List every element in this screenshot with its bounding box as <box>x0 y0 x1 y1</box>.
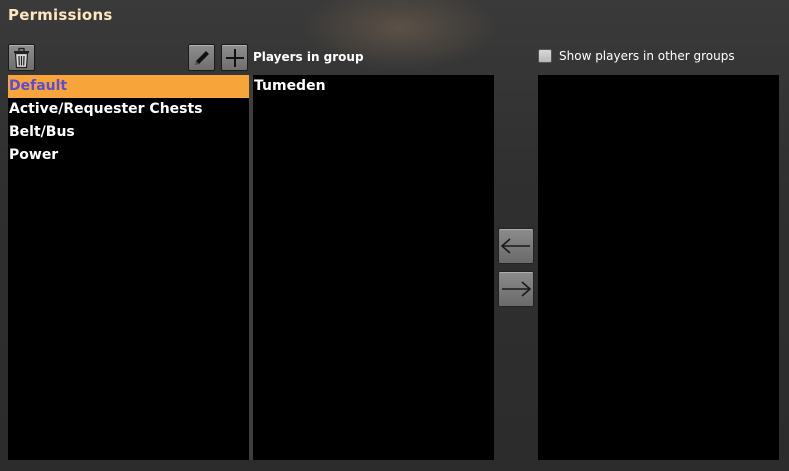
delete-group-button[interactable] <box>8 44 35 71</box>
show-other-groups-checkbox[interactable] <box>538 49 552 63</box>
add-group-button[interactable] <box>221 44 248 71</box>
trash-icon <box>14 47 29 68</box>
group-item-default[interactable]: Default <box>8 75 249 98</box>
arrow-left-icon <box>500 238 530 254</box>
players-in-group-list[interactable]: Tumeden <box>253 75 494 460</box>
group-item-active-requester-chests[interactable]: Active/Requester Chests <box>8 98 249 121</box>
group-item-power[interactable]: Power <box>8 144 249 167</box>
groups-list[interactable]: Default Active/Requester Chests Belt/Bus… <box>8 75 249 460</box>
move-left-button[interactable] <box>498 228 534 264</box>
show-other-groups-toggle[interactable]: Show players in other groups <box>538 49 735 63</box>
pencil-icon <box>194 50 209 65</box>
arrow-right-icon <box>502 281 532 297</box>
players-in-group-header: Players in group <box>253 50 364 64</box>
move-right-button[interactable] <box>498 271 534 307</box>
other-groups-players-list[interactable] <box>538 75 779 460</box>
edit-group-button[interactable] <box>188 44 215 71</box>
window-title: Permissions <box>8 6 113 24</box>
plus-icon <box>225 48 244 67</box>
player-item-tumeden[interactable]: Tumeden <box>253 75 494 98</box>
show-other-groups-label: Show players in other groups <box>559 49 735 63</box>
group-item-belt-bus[interactable]: Belt/Bus <box>8 121 249 144</box>
permissions-window: Permissions Players in group Show player… <box>0 0 789 471</box>
